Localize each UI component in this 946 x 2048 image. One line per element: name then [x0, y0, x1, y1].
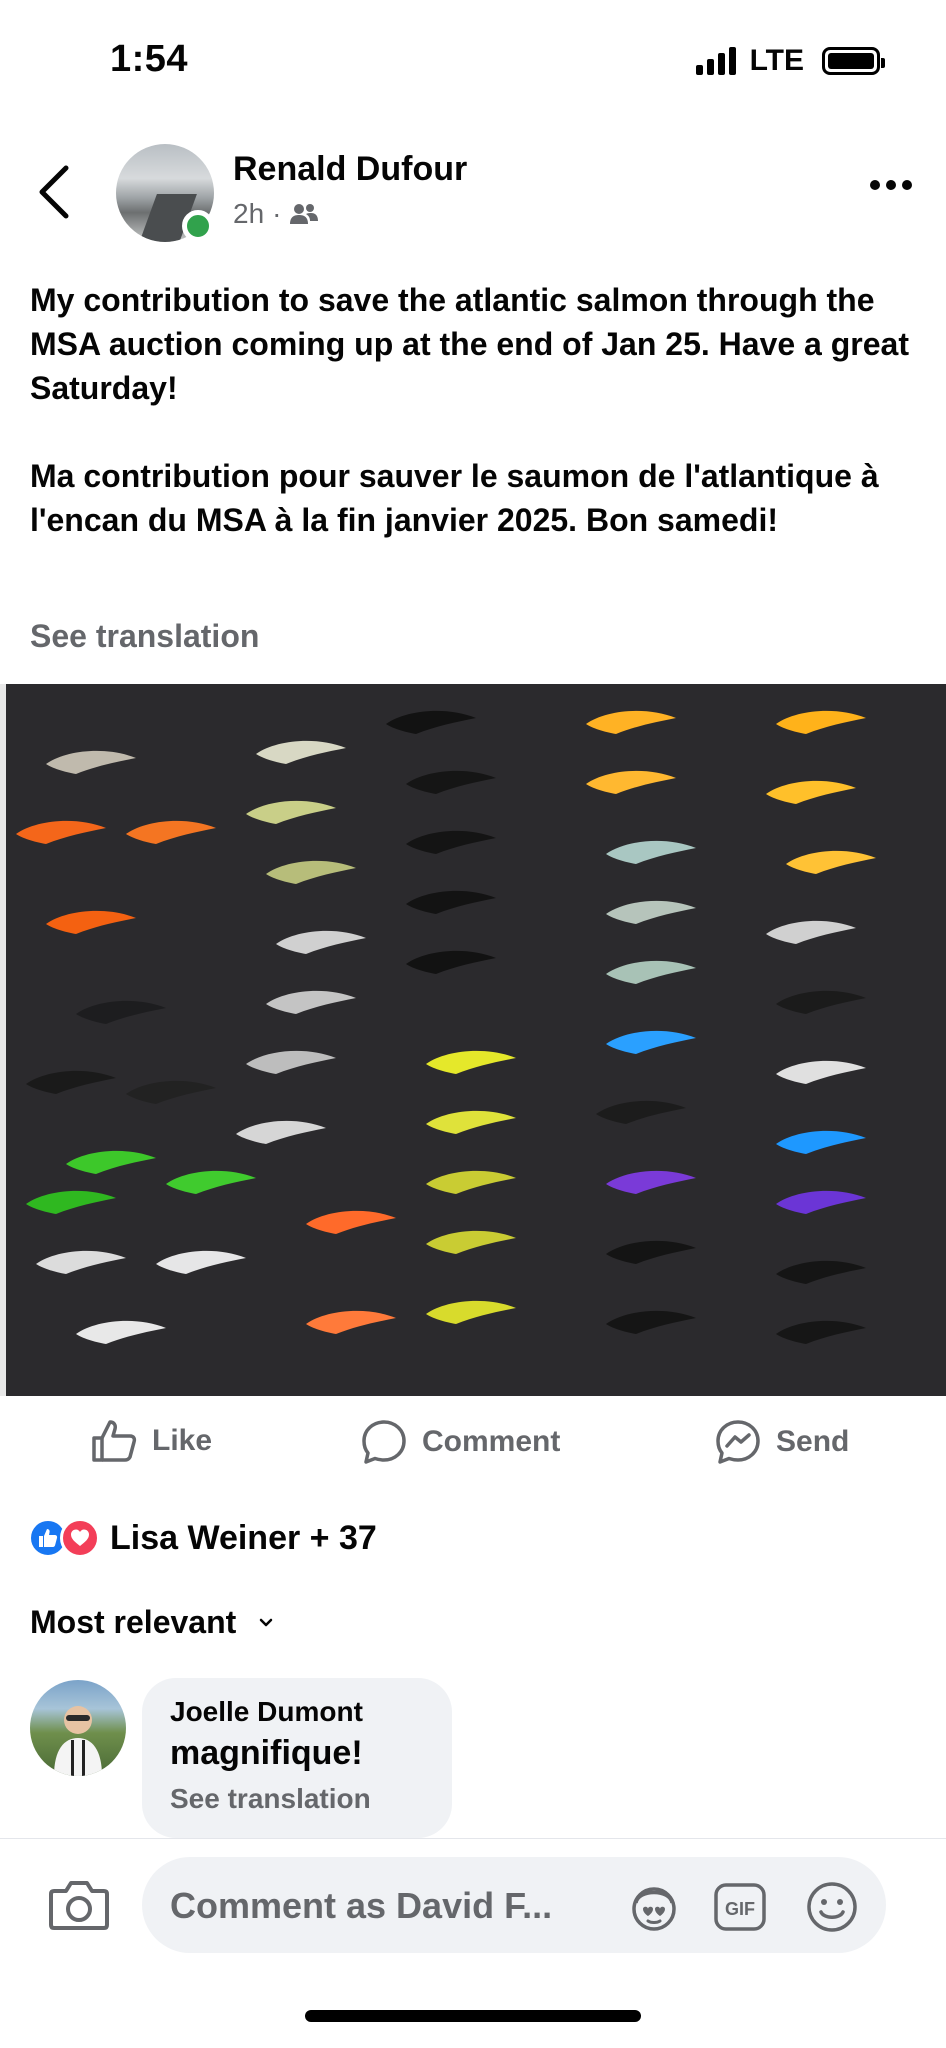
status-bar: 1:54 LTE	[0, 0, 946, 120]
like-label: Like	[152, 1424, 213, 1457]
author-name[interactable]: Renald Dufour	[233, 150, 467, 189]
comment-input-placeholder: Comment as David F...	[170, 1885, 553, 1926]
messenger-icon	[716, 1420, 760, 1464]
emoji-icon[interactable]	[804, 1879, 860, 1935]
svg-text:GIF: GIF	[725, 1899, 755, 1919]
chevron-left-icon	[39, 165, 69, 219]
comment-see-translation-link[interactable]: See translation	[170, 1783, 424, 1815]
love-reaction-icon	[60, 1518, 100, 1558]
avatar-sticker-icon[interactable]	[626, 1879, 682, 1935]
post-photo[interactable]	[0, 684, 946, 1396]
comment-composer: Comment as David F... GIF	[0, 1838, 946, 1968]
send-button[interactable]: Send	[714, 1418, 849, 1466]
thumbs-up-icon	[92, 1420, 137, 1462]
comment-input[interactable]: Comment as David F... GIF	[142, 1857, 886, 1953]
comment-text: magnifique!	[170, 1734, 363, 1772]
send-label: Send	[776, 1425, 850, 1458]
comment-bubble-icon	[362, 1420, 406, 1464]
online-status-dot	[182, 210, 214, 242]
battery-icon	[822, 47, 885, 75]
post-header: Renald Dufour 2h ·	[0, 140, 946, 250]
camera-icon	[49, 1881, 109, 1930]
more-options-button[interactable]	[870, 180, 912, 190]
network-label: LTE	[749, 44, 804, 77]
chevron-down-icon	[260, 1618, 273, 1626]
commenter-avatar[interactable]	[30, 1680, 126, 1776]
comment-bubble[interactable]: Joelle Dumont magnifique! See translatio…	[142, 1678, 452, 1838]
salmon-flies-image	[6, 684, 946, 1396]
friends-icon	[290, 204, 319, 224]
reaction-summary-text: Lisa Weiner + 37	[110, 1518, 377, 1557]
home-indicator[interactable]	[305, 2010, 641, 2022]
meta-separator: ·	[272, 198, 282, 229]
signal-icon	[695, 47, 736, 75]
post-time[interactable]: 2h	[233, 198, 264, 230]
see-translation-link[interactable]: See translation	[30, 618, 259, 655]
camera-button[interactable]	[48, 1877, 110, 1933]
sort-label: Most relevant	[30, 1604, 237, 1640]
comment-button[interactable]: Comment	[360, 1418, 560, 1466]
commenter-name[interactable]: Joelle Dumont	[170, 1696, 424, 1728]
post-action-bar: Like Comment Send	[0, 1410, 946, 1480]
comment-label: Comment	[422, 1425, 561, 1458]
status-indicators: LTE	[695, 44, 885, 78]
post-text: My contribution to save the atlantic sal…	[30, 282, 909, 538]
post-meta: 2h ·	[233, 198, 319, 230]
status-time: 1:54	[110, 38, 189, 80]
comments-sort-dropdown[interactable]: Most relevant	[30, 1604, 274, 1641]
like-button[interactable]: Like	[90, 1418, 212, 1464]
gif-icon[interactable]: GIF	[712, 1879, 768, 1935]
reactions-summary[interactable]: Lisa Weiner + 37	[28, 1518, 377, 1558]
back-button[interactable]	[28, 162, 84, 222]
